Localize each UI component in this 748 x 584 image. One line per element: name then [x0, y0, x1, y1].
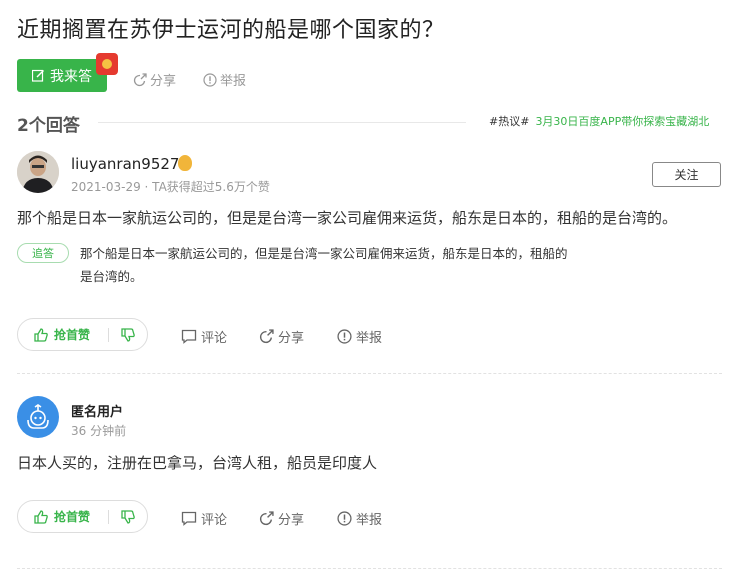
follow-button[interactable]: 关注 — [652, 162, 721, 187]
anonymous-avatar-icon — [17, 396, 59, 438]
red-packet-icon[interactable] — [96, 53, 118, 75]
downvote-button[interactable] — [109, 509, 147, 524]
question-share-label: 分享 — [150, 74, 177, 89]
question-title: 近期搁置在苏伊士运河的船是哪个国家的？ — [17, 18, 445, 43]
hot-tag: #热议# — [489, 115, 530, 128]
followup-text: 那个船是日本一家航运公司的，但是是台湾一家公司雇佣来运货，船东是日本的，租船的是… — [80, 246, 568, 284]
comment-button[interactable]: 评论 — [181, 509, 227, 528]
username: 匿名用户 — [71, 405, 124, 420]
upvote-label: 抢首赞 — [54, 328, 91, 342]
answer-button-label: 我来答 — [50, 68, 92, 85]
hot-link[interactable]: 3月30日百度APP带你探索宝藏湖北 — [535, 115, 709, 128]
hot-topic[interactable]: #热议# 3月30日百度APP带你探索宝藏湖北 — [489, 113, 709, 129]
vote-group: 抢首赞 — [17, 318, 148, 351]
followup-badge: 追答 — [17, 243, 69, 263]
share-icon — [133, 72, 147, 86]
comment-icon — [181, 511, 197, 526]
question-report-label: 举报 — [220, 74, 247, 89]
share-icon — [259, 329, 274, 344]
comment-icon — [181, 329, 197, 344]
report-button[interactable]: 举报 — [337, 509, 382, 528]
answer-text: 那个船是日本一家航运公司的，但是是台湾一家公司雇佣来运货，船东是日本的，租船的是… — [17, 209, 678, 227]
report-button[interactable]: 举报 — [337, 327, 382, 346]
username[interactable]: liuyanran9527 — [71, 155, 179, 173]
report-icon — [337, 329, 352, 344]
vote-group: 抢首赞 — [17, 500, 148, 533]
report-icon — [337, 511, 352, 526]
share-button[interactable]: 分享 — [259, 509, 304, 528]
share-button[interactable]: 分享 — [259, 327, 304, 346]
avatar[interactable] — [17, 151, 59, 193]
question-report-button[interactable]: 举报 — [203, 70, 246, 89]
upvote-button[interactable]: 抢首赞 — [18, 326, 108, 343]
medal-icon — [178, 155, 192, 171]
comment-button[interactable]: 评论 — [181, 327, 227, 346]
answer-divider — [17, 373, 722, 374]
pen-icon — [32, 69, 44, 82]
thumb-down-icon — [121, 327, 135, 342]
upvote-button[interactable]: 抢首赞 — [18, 508, 108, 525]
share-label: 分享 — [278, 331, 305, 346]
downvote-button[interactable] — [109, 327, 147, 342]
answer-divider — [17, 568, 722, 569]
report-icon — [203, 72, 217, 87]
answer-button[interactable]: 我来答 — [17, 59, 107, 92]
thumb-down-icon — [121, 509, 135, 524]
share-label: 分享 — [278, 513, 305, 528]
report-label: 举报 — [356, 331, 383, 346]
answer-meta: 36 分钟前 — [71, 424, 127, 438]
answer-meta: 2021-03-29 · TA获得超过5.6万个赞 — [71, 180, 270, 194]
comment-label: 评论 — [201, 331, 228, 346]
share-icon — [259, 511, 274, 526]
question-share-button[interactable]: 分享 — [133, 70, 176, 89]
comment-label: 评论 — [201, 513, 228, 528]
header-divider — [98, 122, 466, 123]
thumb-up-icon — [34, 327, 48, 342]
report-label: 举报 — [356, 513, 383, 528]
answer-count: 2个回答 — [17, 116, 80, 136]
answer-text: 日本人买的，注册在巴拿马，台湾人租，船员是印度人 — [17, 454, 378, 472]
thumb-up-icon — [34, 509, 48, 524]
upvote-label: 抢首赞 — [54, 510, 91, 524]
